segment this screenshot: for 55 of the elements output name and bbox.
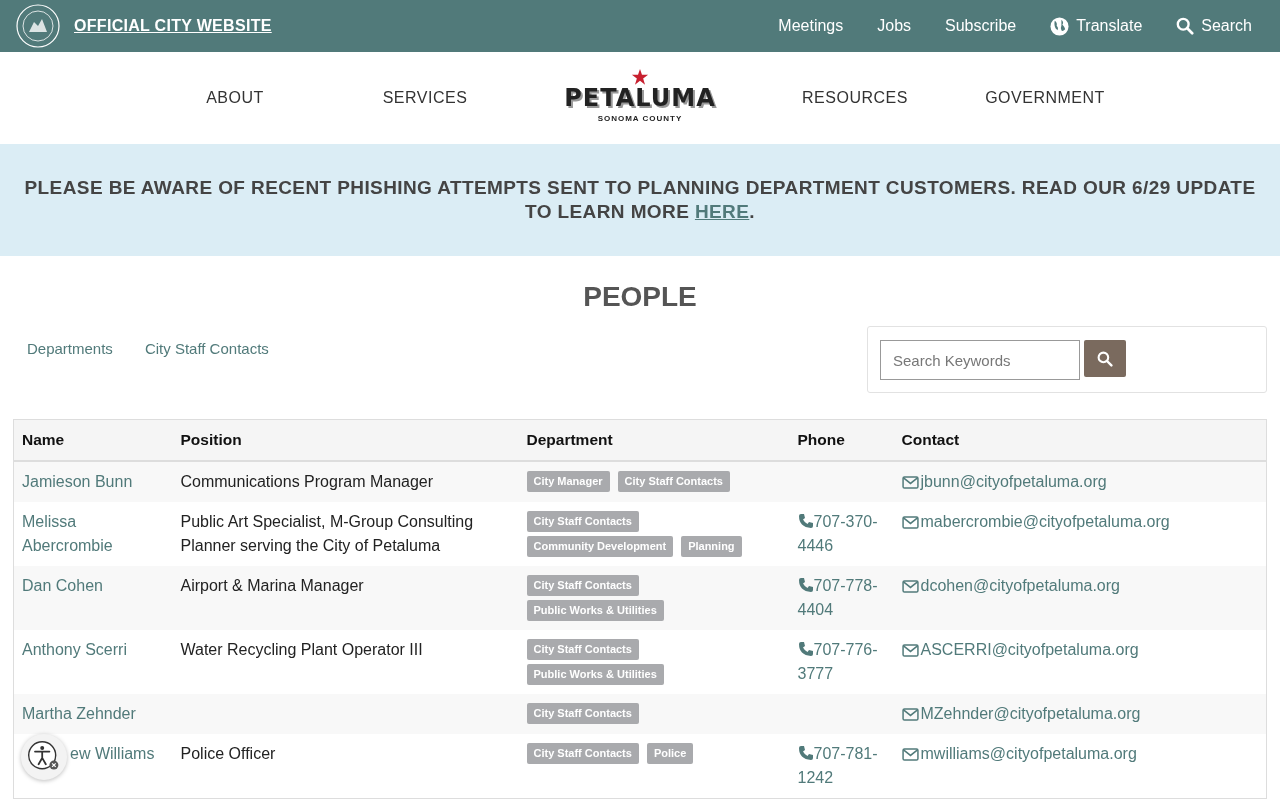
position-text: Communications Program Manager — [180, 473, 434, 490]
column-header: Phone — [789, 419, 894, 461]
email-link[interactable]: mabercrombie@cityofpetaluma.org — [920, 510, 1170, 534]
city-seal-icon — [16, 4, 60, 48]
person-name-link[interactable]: ew Williams — [70, 742, 155, 766]
position-text: Airport & Marina Manager — [180, 577, 364, 594]
phone-icon — [797, 745, 814, 761]
search-link[interactable]: Search — [1201, 17, 1252, 35]
person-name-link[interactable]: Dan Cohen — [22, 574, 103, 598]
star-icon — [631, 67, 649, 86]
envelope-icon — [901, 707, 919, 721]
search-field[interactable]: Search Keywords — [880, 340, 1080, 380]
person-name-link[interactable]: Melissa Abercrombie — [22, 510, 165, 558]
phone-link[interactable]: 707-370-4446 — [797, 510, 886, 558]
main-nav-link[interactable]: GOVERNMENT — [950, 89, 1140, 107]
column-header: Department — [518, 419, 790, 461]
search-button[interactable] — [1084, 340, 1126, 377]
alert-link[interactable]: HERE — [694, 201, 750, 222]
phone-link[interactable]: 707-776-3777 — [797, 638, 886, 686]
alert-message: PLEASE BE AWARE OF RECENT PHISHING ATTEMPTS SENT TO PLANNING DEPARTMENT CUSTOMERS. READ OUR 6/29 UPDATE TO LEARN MORE HERE. — [23, 176, 1257, 224]
phone-icon — [797, 641, 814, 657]
envelope-icon — [901, 475, 919, 489]
column-header: Contact — [893, 419, 1267, 461]
phone-icon — [797, 577, 814, 593]
official-site-link[interactable]: OFFICIAL CITY WEBSITE — [74, 17, 272, 35]
sub-nav-link[interactable]: Departments — [27, 340, 113, 357]
position-text: Police Officer — [180, 745, 276, 762]
main-nav-link[interactable]: RESOURCES — [760, 89, 950, 107]
page-title: PEOPLE — [582, 280, 698, 314]
top-nav-link[interactable]: Subscribe — [945, 17, 1017, 35]
search-icon — [1176, 17, 1195, 35]
phone-icon — [797, 513, 814, 529]
main-nav-link[interactable]: ABOUT — [140, 89, 330, 107]
envelope-icon — [901, 579, 919, 593]
top-nav-link[interactable]: Jobs — [877, 17, 912, 35]
sub-nav-link[interactable]: City Staff Contacts — [144, 340, 269, 357]
position-text: Water Recycling Plant Operator III — [180, 641, 423, 658]
envelope-icon — [901, 643, 919, 657]
accessibility-button[interactable] — [21, 734, 67, 780]
logo-wordmark[interactable]: PETALUMA — [564, 85, 716, 110]
envelope-icon — [901, 747, 919, 761]
email-link[interactable]: mwilliams@cityofpetaluma.org — [920, 742, 1137, 766]
logo-subtitle: SONOMA COUNTY — [597, 113, 683, 123]
top-nav-link[interactable]: Meetings — [778, 17, 844, 35]
column-header: Name — [13, 419, 173, 461]
phone-link[interactable]: 707-781-1242 — [797, 742, 886, 790]
search-icon — [1097, 350, 1113, 367]
position-text: Public Art Specialist, M-Group Consulting Planner serving the City of Petaluma — [180, 513, 474, 554]
person-name-link[interactable]: Anthony Scerri — [22, 638, 127, 662]
column-header: Position — [172, 419, 519, 461]
globe-icon — [1050, 16, 1070, 36]
email-link[interactable]: ASCERRI@cityofpetaluma.org — [920, 638, 1139, 662]
translate-link[interactable]: Translate — [1076, 17, 1143, 35]
envelope-icon — [901, 515, 919, 529]
main-nav-link[interactable]: SERVICES — [330, 89, 520, 107]
